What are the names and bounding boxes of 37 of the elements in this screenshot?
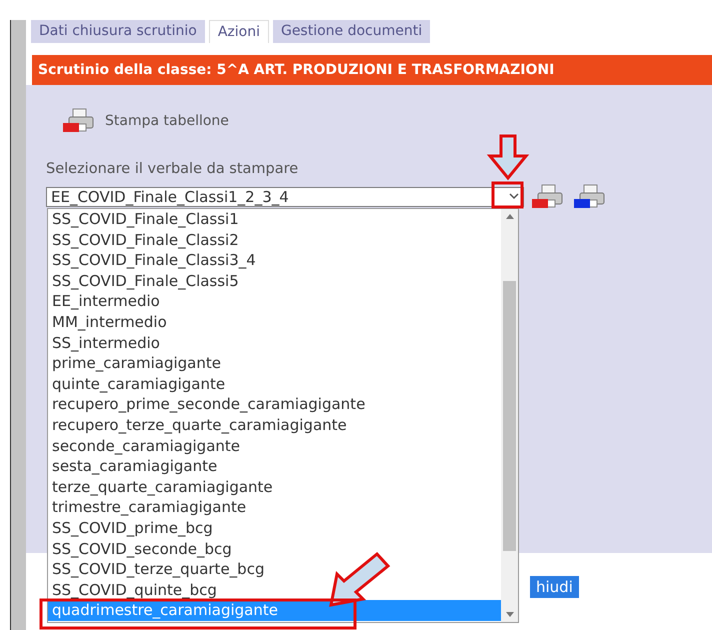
tab[interactable]: Gestione documenti — [272, 20, 430, 43]
dropdown-option[interactable]: sesta_caramiagigante — [48, 456, 501, 477]
dropdown-option[interactable]: SS_COVID_Finale_Classi3_4 — [48, 250, 501, 271]
dropdown-option[interactable]: SS_COVID_prime_bcg — [48, 518, 501, 538]
dropdown-option[interactable]: EE_intermedio — [48, 291, 501, 312]
tab[interactable]: Azioni — [208, 20, 269, 43]
pdf-printer-icon[interactable] — [532, 184, 562, 208]
highlight-frame — [491, 181, 524, 209]
pdf-printer-icon[interactable] — [63, 108, 94, 132]
dropdown-option[interactable]: recupero_terze_quarte_caramiagigante — [48, 414, 501, 436]
dropdown-option[interactable]: MM_intermedio — [48, 312, 501, 333]
dropdown-option[interactable]: SS_intermedio — [48, 332, 501, 354]
dropdown-option[interactable]: quinte_caramiagigante — [48, 374, 501, 394]
dropdown-option[interactable]: SS_COVID_seconde_bcg — [48, 538, 501, 560]
dropdown-option[interactable]: trimestre_caramiagigante — [48, 497, 501, 518]
select-label: Selezionare il verbale da stampare — [46, 160, 300, 179]
printer-icon[interactable] — [574, 184, 604, 208]
dropdown-option[interactable]: recupero_prime_seconde_caramiagigante — [48, 394, 501, 415]
class-header: Scrutinio della classe: 5^A ART. PRODUZIONI E TRASFORMAZIONI — [32, 55, 712, 85]
dropdown-option[interactable]: seconde_caramiagigante — [48, 436, 501, 456]
tab[interactable]: Dati chiusura scrutinio — [31, 20, 205, 43]
close-button[interactable]: hiudi — [530, 576, 579, 598]
print-board-link[interactable]: Stampa tabellone — [105, 110, 229, 132]
dropdown-option[interactable]: SS_COVID_Finale_Classi1 — [48, 209, 501, 230]
callout-arrow — [488, 135, 530, 178]
scrollbar[interactable] — [501, 209, 518, 622]
scroll-up-icon[interactable] — [506, 214, 514, 219]
scroll-down-icon[interactable] — [506, 612, 514, 617]
chevron-icon[interactable] — [509, 193, 519, 200]
dropdown-option[interactable]: SS_COVID_quinte_bcg — [48, 580, 501, 600]
dropdown-option[interactable]: SS_COVID_Finale_Classi2 — [48, 230, 501, 250]
callout-arrow — [327, 551, 391, 609]
dropdown-option[interactable]: SS_COVID_terze_quarte_bcg — [48, 559, 501, 580]
dropdown-option[interactable]: SS_COVID_Finale_Classi5 — [48, 270, 501, 292]
dropdown-option[interactable]: prime_caramiagigante — [48, 353, 501, 374]
dropdown-option[interactable]: terze_quarte_caramiagigante — [48, 476, 501, 498]
report-dropdown[interactable]: EE_COVID_Finale_Classi1_2_3_4 — [46, 186, 524, 207]
